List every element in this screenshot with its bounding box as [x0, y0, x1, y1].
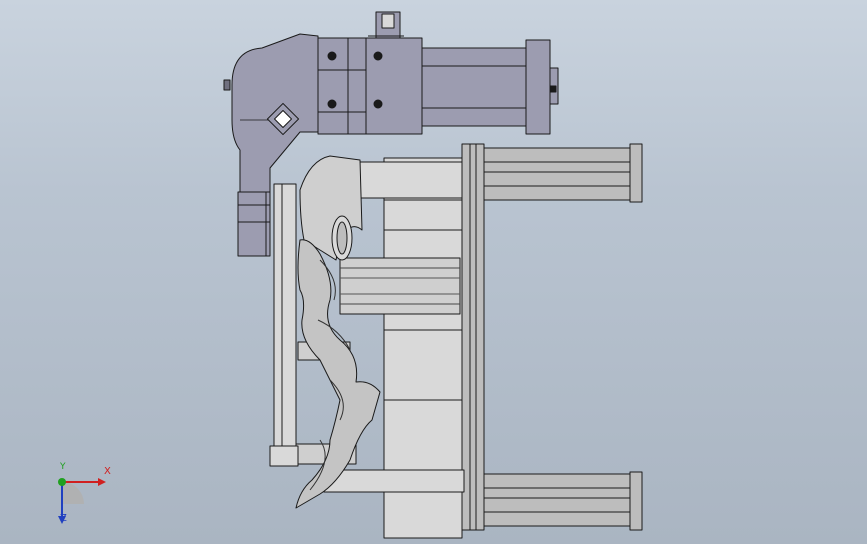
axis-y-label: Y	[60, 462, 66, 472]
cad-assembly-model[interactable]	[0, 0, 867, 544]
upper-guide-cylinder	[483, 143, 643, 203]
graphics-viewport[interactable]: X Y Z	[0, 0, 867, 544]
cylinder-end-cap	[525, 39, 551, 135]
cylinder-head	[317, 37, 367, 135]
axis-z-label: Z	[60, 513, 67, 524]
lower-guide-cylinder	[483, 471, 643, 531]
coordinate-triad: X Y Z	[40, 462, 120, 532]
clamp-arm-pad	[237, 191, 271, 257]
side-plate	[269, 183, 299, 467]
cylinder-tube	[421, 47, 529, 127]
base-plate	[461, 143, 485, 531]
axis-x-label: X	[104, 466, 111, 477]
